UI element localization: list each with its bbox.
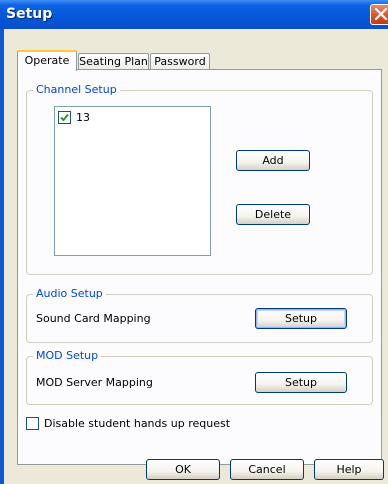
tab-operate-label: Operate: [24, 54, 70, 67]
mod-server-mapping-label: MOD Server Mapping: [36, 376, 153, 389]
disable-hands-up-option[interactable]: Disable student hands up request: [26, 417, 266, 431]
operate-tab-panel: Channel Setup 13 Add Delete Audio Setup …: [17, 69, 382, 465]
mod-setup-button[interactable]: Setup: [255, 372, 347, 393]
delete-channel-button[interactable]: Delete: [236, 204, 310, 225]
ok-button[interactable]: OK: [146, 459, 220, 480]
help-button[interactable]: Help: [314, 459, 384, 480]
tab-operate[interactable]: Operate: [17, 50, 77, 71]
close-button[interactable]: [370, 4, 388, 25]
disable-hands-up-checkbox[interactable]: [26, 417, 39, 430]
tab-seating-plan[interactable]: Seating Plan: [78, 53, 149, 70]
audio-setup-legend: Audio Setup: [33, 287, 106, 300]
mod-setup-legend: MOD Setup: [33, 349, 102, 362]
channel-setup-legend: Channel Setup: [33, 83, 120, 96]
mod-setup-group: MOD Setup MOD Server Mapping Setup: [26, 349, 373, 405]
channel-setup-group: Channel Setup 13 Add Delete: [26, 83, 373, 275]
close-icon: [375, 8, 387, 20]
channel-label: 13: [76, 111, 90, 124]
audio-setup-button[interactable]: Setup: [255, 308, 347, 329]
tab-password-label: Password: [154, 55, 206, 68]
dialog-client-area: Operate Seating Plan Password Channel Se…: [4, 29, 388, 484]
channel-list[interactable]: 13: [54, 106, 211, 256]
add-channel-button[interactable]: Add: [236, 150, 310, 171]
title-bar[interactable]: Setup: [0, 0, 388, 29]
tab-seating-plan-label: Seating Plan: [79, 55, 148, 68]
cancel-button[interactable]: Cancel: [230, 459, 304, 480]
disable-hands-up-label: Disable student hands up request: [44, 417, 231, 430]
channel-checkbox[interactable]: [58, 111, 71, 124]
setup-dialog: Setup Operate Seating Plan Password Chan…: [0, 0, 388, 484]
audio-setup-group: Audio Setup Sound Card Mapping Setup: [26, 287, 373, 343]
list-item[interactable]: 13: [58, 111, 178, 125]
tab-password[interactable]: Password: [150, 53, 210, 70]
checkmark-icon: [60, 113, 69, 122]
window-title: Setup: [6, 6, 53, 22]
sound-card-mapping-label: Sound Card Mapping: [36, 312, 151, 325]
